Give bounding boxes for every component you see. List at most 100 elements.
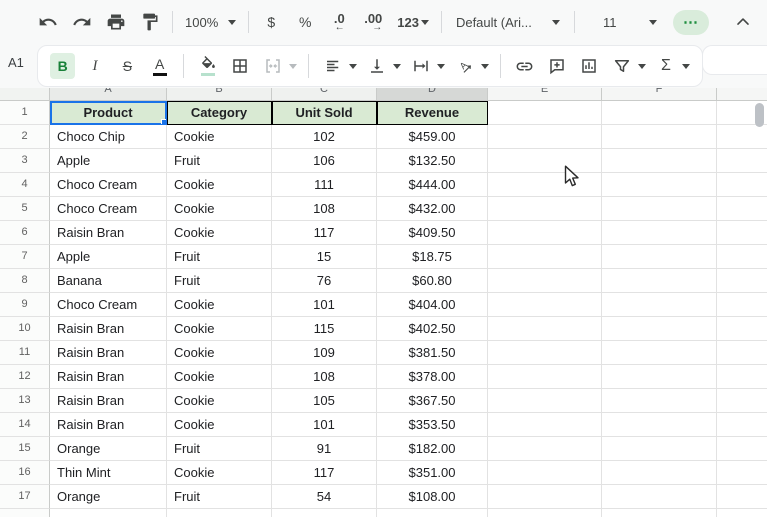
cell-category[interactable]: Cookie (167, 389, 272, 413)
cell-empty[interactable] (488, 389, 602, 413)
cell-empty[interactable] (488, 413, 602, 437)
zoom-select[interactable]: 100% (185, 15, 237, 30)
format-percent-button[interactable]: % (293, 9, 317, 35)
cell-units[interactable]: 115 (272, 317, 377, 341)
cell-empty[interactable] (488, 125, 602, 149)
text-rotation-button[interactable]: A (452, 53, 489, 79)
column-header-d[interactable]: D (377, 88, 488, 101)
cell-empty[interactable] (602, 221, 717, 245)
cell-product[interactable]: Raisin Bran (50, 341, 167, 365)
cell-category[interactable]: Fruit (167, 437, 272, 461)
functions-button[interactable]: Σ (653, 53, 690, 79)
row-header[interactable]: 14 (0, 413, 50, 437)
row-header[interactable]: 17 (0, 485, 50, 509)
row-header[interactable]: 7 (0, 245, 50, 269)
cell-category[interactable]: Cookie (167, 461, 272, 485)
cell-units[interactable]: 105 (272, 389, 377, 413)
vertical-align-button[interactable] (364, 53, 401, 79)
cell-empty[interactable] (602, 173, 717, 197)
format-currency-button[interactable]: $ (259, 9, 283, 35)
cell-empty[interactable] (717, 173, 767, 197)
number-format-button[interactable]: 123 (395, 9, 431, 35)
cell-revenue[interactable]: $108.00 (377, 485, 488, 509)
cell-category[interactable]: Cookie (167, 197, 272, 221)
cell-empty[interactable] (602, 365, 717, 389)
cell-product[interactable]: Choco Cream (50, 173, 167, 197)
name-box[interactable]: A1 (8, 49, 24, 75)
borders-button[interactable] (228, 53, 253, 79)
cell-b1[interactable]: Category (167, 101, 272, 125)
cell-units[interactable]: 117 (272, 461, 377, 485)
cell-empty[interactable] (602, 341, 717, 365)
cell-empty[interactable] (488, 149, 602, 173)
cell-empty[interactable] (717, 197, 767, 221)
cell-empty[interactable] (488, 341, 602, 365)
cell-units[interactable]: 108 (272, 197, 377, 221)
cell-category[interactable]: Fruit (167, 485, 272, 509)
cell-product[interactable]: Orange (50, 485, 167, 509)
strikethrough-button[interactable]: S (115, 53, 140, 79)
cell-empty[interactable] (488, 317, 602, 341)
cell-empty[interactable] (602, 389, 717, 413)
cell-units[interactable]: 101 (272, 413, 377, 437)
cell-product[interactable]: Choco Cream (50, 197, 167, 221)
row-header-1[interactable]: 1 (0, 101, 50, 125)
hide-menus-button[interactable] (731, 9, 755, 35)
vertical-scrollbar-thumb[interactable] (755, 103, 764, 127)
increase-decimal-button[interactable]: .00 → (361, 9, 385, 35)
cell-e1[interactable] (488, 101, 602, 125)
cell-units[interactable]: 91 (272, 437, 377, 461)
cell-product[interactable]: Banana (50, 269, 167, 293)
undo-button[interactable] (36, 9, 60, 35)
cell-revenue[interactable]: $367.50 (377, 389, 488, 413)
cell-empty[interactable] (717, 437, 767, 461)
cell-empty[interactable] (717, 389, 767, 413)
cell-empty[interactable] (717, 125, 767, 149)
column-header-a[interactable]: A (50, 88, 167, 101)
insert-link-button[interactable] (512, 53, 537, 79)
cell-product[interactable]: Choco Cream (50, 293, 167, 317)
insert-comment-button[interactable] (544, 53, 569, 79)
fill-color-button[interactable] (195, 53, 220, 79)
cell-empty[interactable] (488, 221, 602, 245)
cell-category[interactable]: Fruit (167, 269, 272, 293)
cell-empty[interactable] (488, 485, 602, 509)
cell-category[interactable]: Fruit (167, 245, 272, 269)
cell-product[interactable]: Thin Mint (50, 461, 167, 485)
cell-empty[interactable] (488, 365, 602, 389)
cell-category[interactable]: Cookie (167, 317, 272, 341)
cell-revenue[interactable]: $459.00 (377, 125, 488, 149)
cell-empty[interactable] (602, 125, 717, 149)
row-header[interactable]: 9 (0, 293, 50, 317)
cell-category[interactable]: Cookie (167, 221, 272, 245)
cell-empty[interactable] (717, 293, 767, 317)
row-header[interactable]: 6 (0, 221, 50, 245)
row-header[interactable]: 11 (0, 341, 50, 365)
cell-empty[interactable] (717, 461, 767, 485)
cell-revenue[interactable]: $353.50 (377, 413, 488, 437)
cell-product[interactable]: Raisin Bran (50, 221, 167, 245)
cell-revenue[interactable]: $381.50 (377, 341, 488, 365)
cell-revenue[interactable]: $18.75 (377, 245, 488, 269)
row-header[interactable]: 5 (0, 197, 50, 221)
cell-units[interactable]: 102 (272, 125, 377, 149)
cell-product[interactable]: Apple (50, 245, 167, 269)
more-options-button[interactable]: ⋯ (672, 9, 709, 35)
cell-category[interactable]: Cookie (167, 341, 272, 365)
cell-empty[interactable] (717, 413, 767, 437)
cell-units[interactable]: 111 (272, 173, 377, 197)
text-wrap-button[interactable] (408, 53, 445, 79)
row-header[interactable]: 12 (0, 365, 50, 389)
cell-revenue[interactable]: $378.00 (377, 365, 488, 389)
cell-empty[interactable] (717, 245, 767, 269)
cell-category[interactable]: Cookie (167, 413, 272, 437)
cell-revenue[interactable]: $404.00 (377, 293, 488, 317)
decrease-decimal-button[interactable]: .0 ← (327, 9, 351, 35)
cell-empty[interactable] (602, 413, 717, 437)
redo-button[interactable] (70, 9, 94, 35)
cell-empty[interactable] (488, 173, 602, 197)
font-select[interactable]: Default (Ari... (456, 15, 560, 30)
cell-empty[interactable] (488, 461, 602, 485)
cell-category[interactable]: Cookie (167, 293, 272, 317)
cell-empty[interactable] (602, 197, 717, 221)
